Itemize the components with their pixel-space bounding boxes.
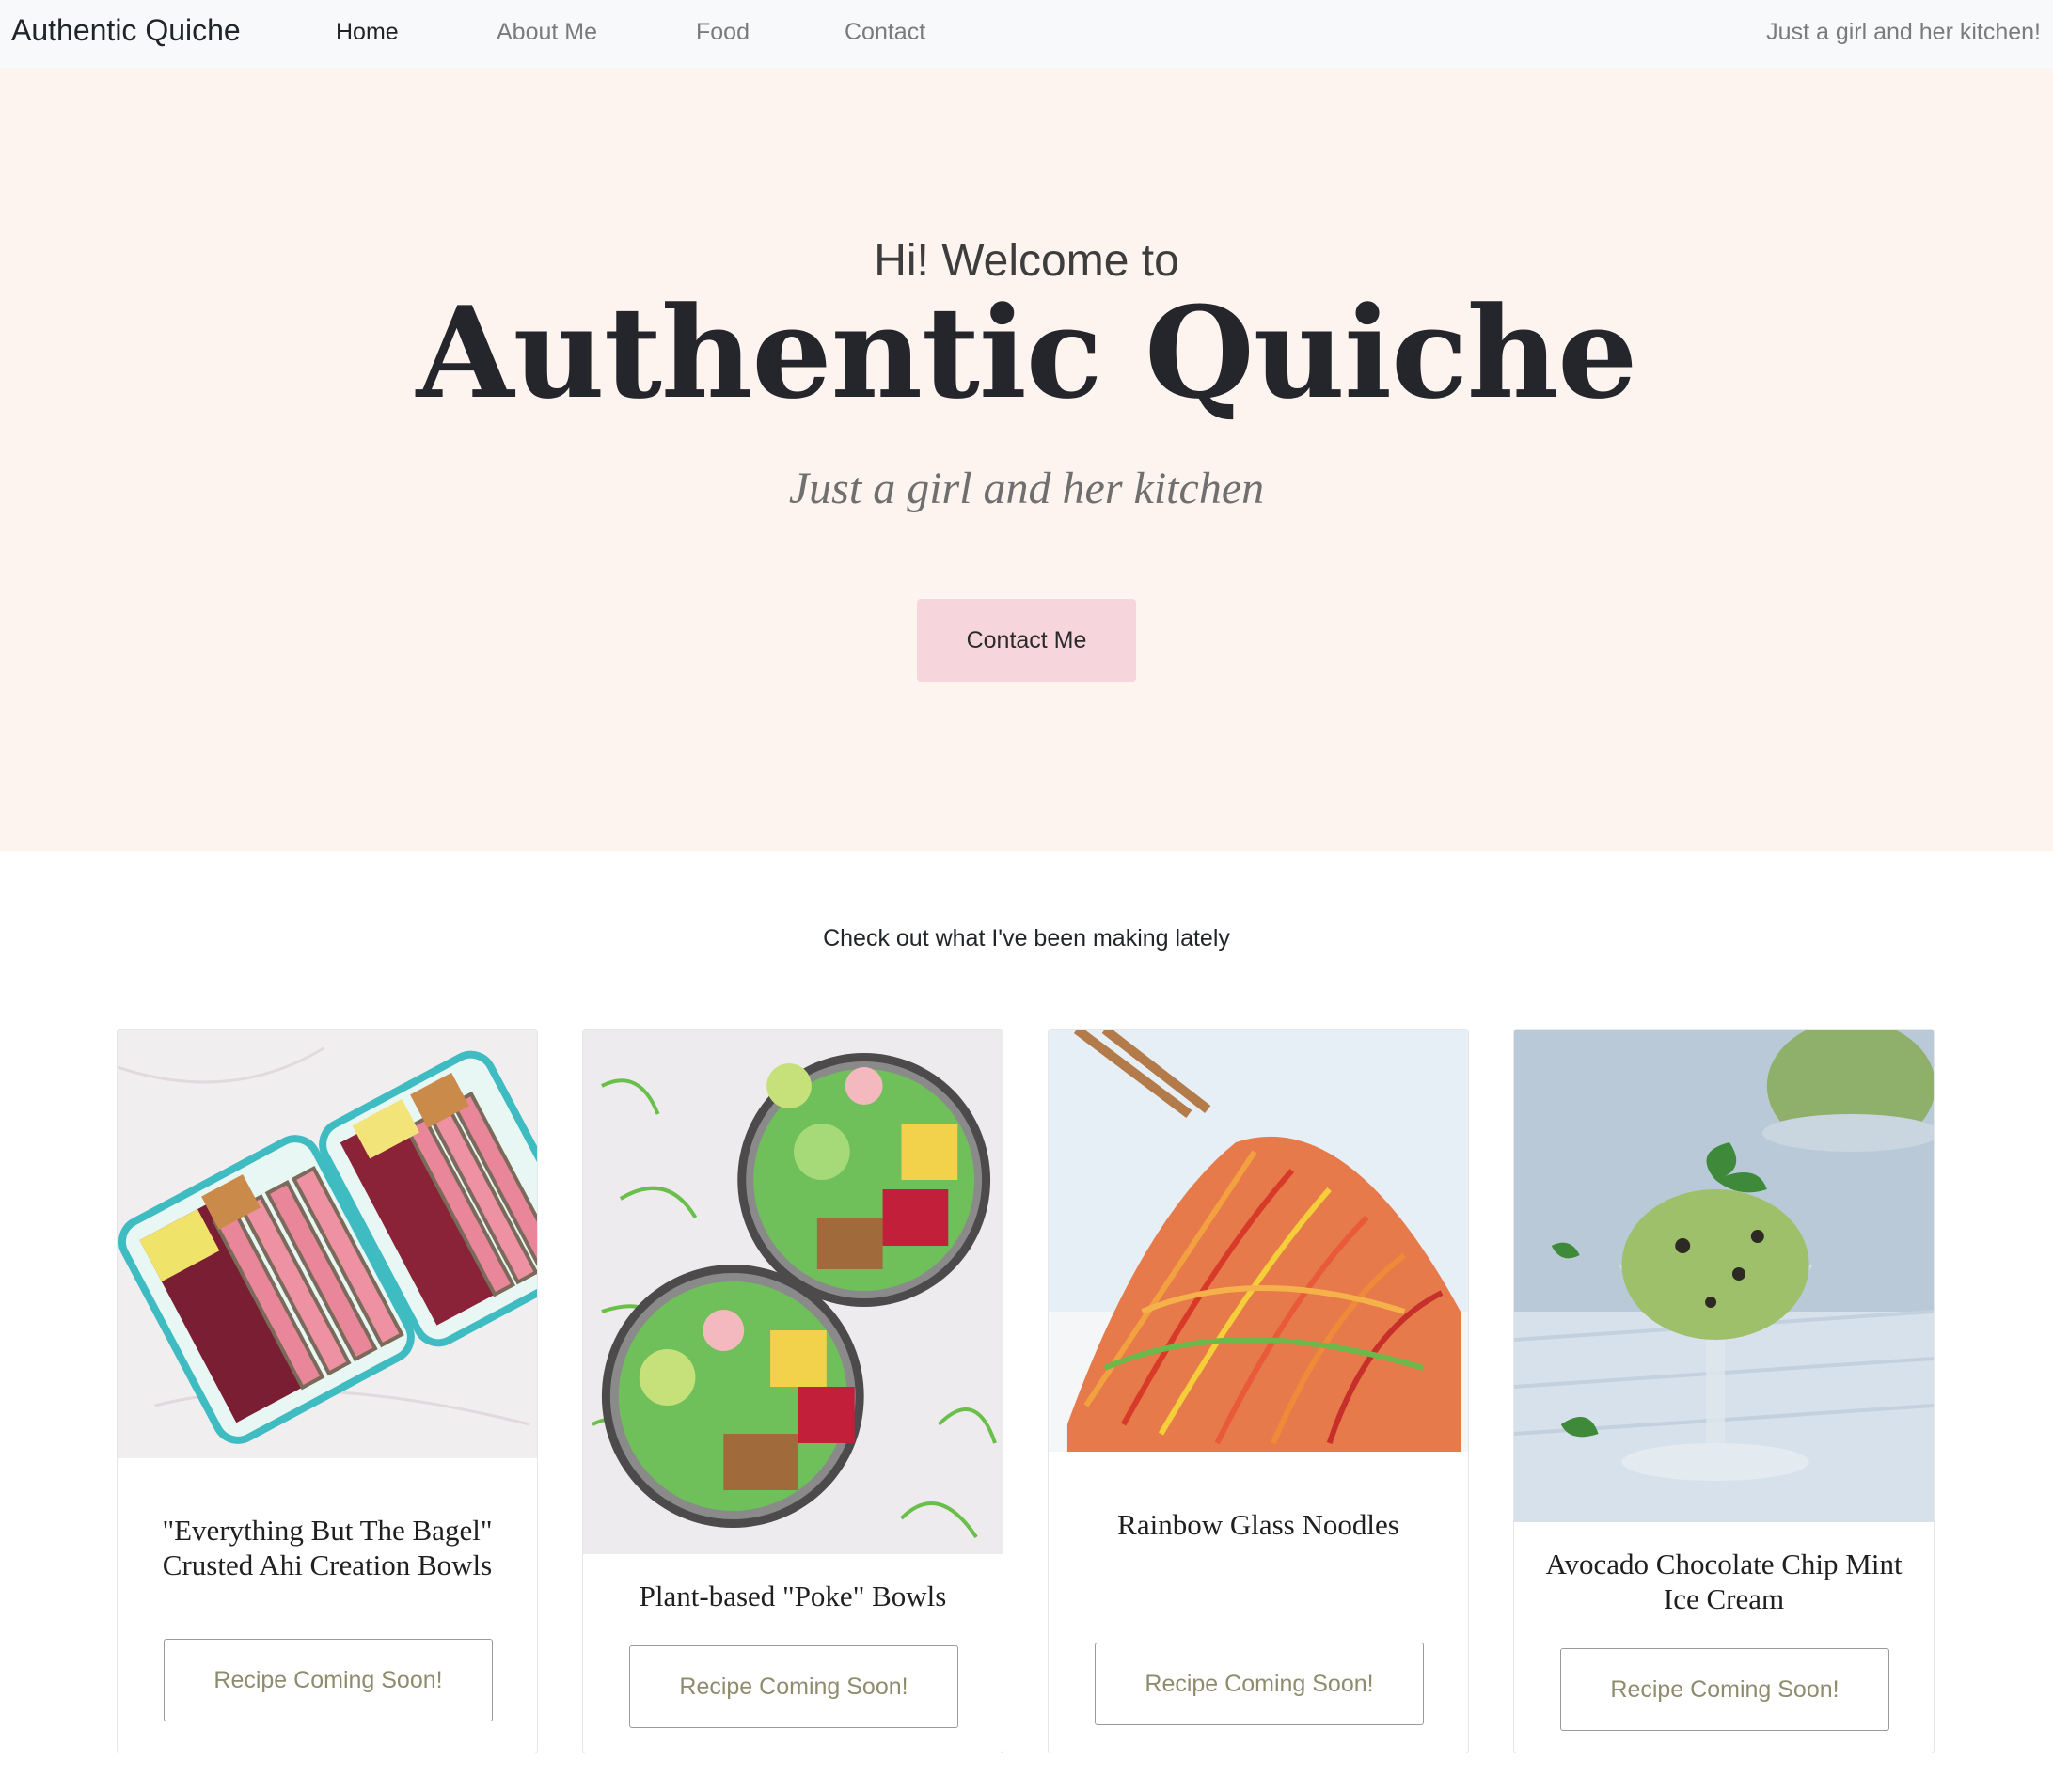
recipe-coming-soon-button[interactable]: Recipe Coming Soon!	[164, 1639, 493, 1721]
contact-me-button[interactable]: Contact Me	[917, 599, 1136, 682]
section-heading: Check out what I've been making lately	[823, 925, 1230, 951]
card-title: Rainbow Glass Noodles	[1117, 1508, 1399, 1541]
recipe-card-noodles: Rainbow Glass Noodles Recipe Coming Soon…	[1048, 1029, 1469, 1753]
recipe-coming-soon-button[interactable]: Recipe Coming Soon!	[1560, 1648, 1889, 1731]
nav-link-about[interactable]: About Me	[497, 19, 597, 46]
ice-cream-photo	[1514, 1030, 1934, 1522]
hero-title: Authentic Quiche	[416, 278, 1638, 427]
hero-script-tagline: Just a girl and her kitchen	[788, 464, 1265, 513]
poke-bowl-photo	[583, 1030, 1003, 1554]
brand-link[interactable]: Authentic Quiche	[11, 13, 241, 48]
recipe-coming-soon-button[interactable]: Recipe Coming Soon!	[1095, 1643, 1424, 1725]
recipe-card-ice-cream: Avocado Chocolate Chip Mint Ice Cream Re…	[1513, 1029, 1935, 1753]
card-title: Avocado Chocolate Chip Mint Ice Cream	[1545, 1548, 1903, 1615]
recipe-coming-soon-button[interactable]: Recipe Coming Soon!	[629, 1645, 958, 1728]
nav-link-food[interactable]: Food	[696, 19, 750, 46]
card-title: "Everything But The Bagel" Crusted Ahi C…	[162, 1514, 493, 1581]
nav-link-home[interactable]: Home	[336, 19, 399, 46]
navbar: Authentic Quiche Home About Me Food Cont…	[0, 0, 2053, 68]
ahi-bowl-photo	[118, 1030, 537, 1458]
glass-noodles-photo	[1049, 1030, 1468, 1452]
recipe-card-poke: Plant-based "Poke" Bowls Recipe Coming S…	[582, 1029, 1003, 1753]
recipe-card-ahi: "Everything But The Bagel" Crusted Ahi C…	[117, 1029, 538, 1753]
card-title: Plant-based "Poke" Bowls	[639, 1580, 947, 1612]
nav-link-contact[interactable]: Contact	[845, 19, 925, 46]
hero-section: Hi! Welcome to Authentic Quiche Just a g…	[0, 68, 2053, 851]
nav-tagline: Just a girl and her kitchen!	[1766, 19, 2041, 45]
